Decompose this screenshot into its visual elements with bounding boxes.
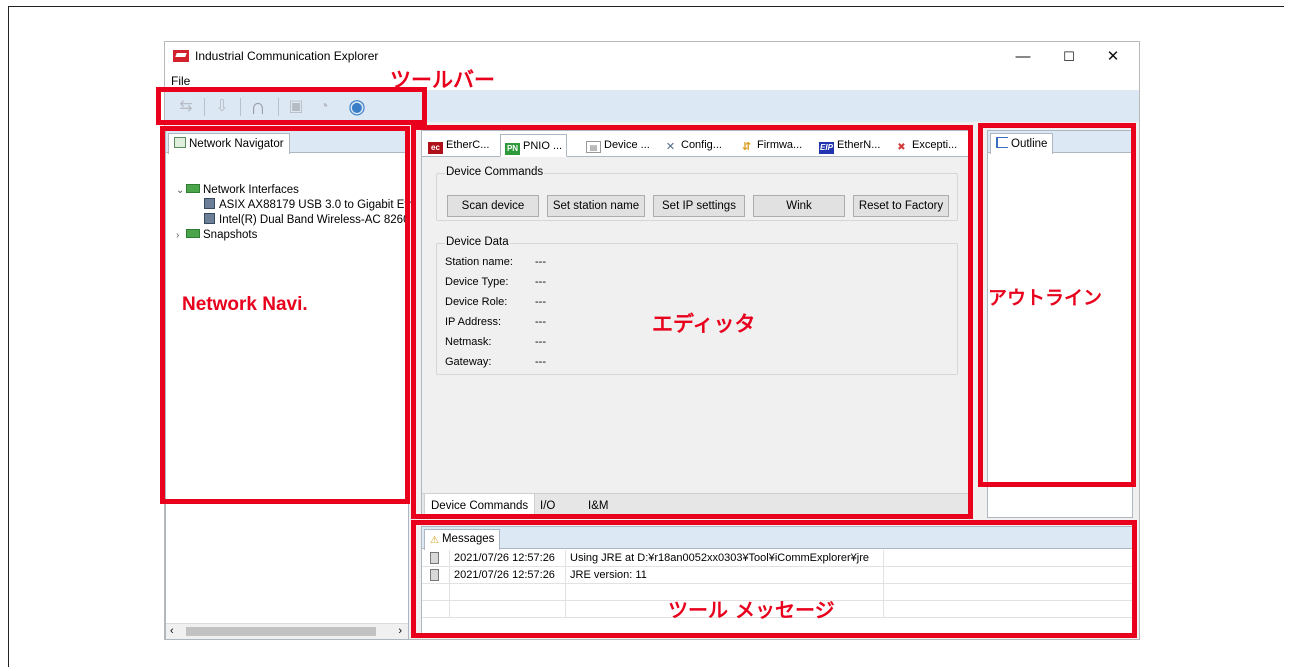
app-logo-icon bbox=[173, 50, 189, 62]
minimize-button[interactable]: — bbox=[1003, 46, 1043, 68]
messages-annotation: ツール メッセージ bbox=[668, 598, 835, 622]
window-title: Industrial Communication Explorer bbox=[195, 49, 379, 63]
close-button[interactable]: ✕ bbox=[1093, 46, 1133, 68]
toolbar-annotation: ツールバー bbox=[390, 68, 495, 92]
title-bar: Industrial Communication Explorer — ☐ ✕ bbox=[165, 42, 1139, 72]
scroll-thumb[interactable] bbox=[186, 627, 376, 636]
outline-annotation: アウトライン bbox=[988, 287, 1103, 309]
editor-annotation: エディッタ bbox=[652, 312, 756, 336]
horizontal-scrollbar[interactable]: ‹ › bbox=[166, 623, 408, 639]
maximize-button[interactable]: ☐ bbox=[1049, 46, 1089, 68]
scroll-left-icon[interactable]: ‹ bbox=[170, 625, 174, 637]
scroll-right-icon[interactable]: › bbox=[398, 625, 402, 637]
menu-file[interactable]: File bbox=[171, 74, 190, 88]
toolbar-highlight bbox=[156, 87, 427, 125]
navigator-annotation: Network Navi. bbox=[182, 294, 308, 315]
